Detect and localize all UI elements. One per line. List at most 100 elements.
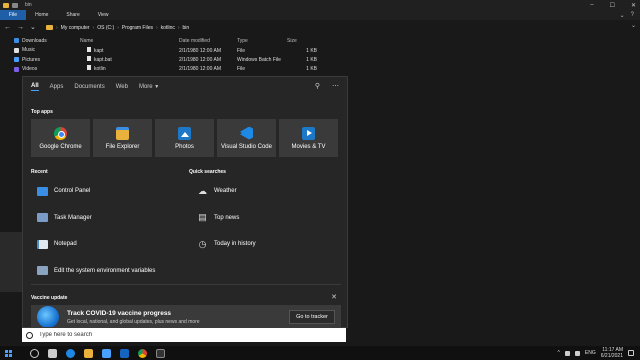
tab-documents[interactable]: Documents — [74, 84, 104, 90]
window-controls: – ☐ ✕ — [590, 0, 636, 10]
recent-item-notepad[interactable]: Notepad — [31, 231, 181, 258]
vaccine-title: Track COVID-19 vaccine progress — [67, 309, 172, 317]
music-icon — [14, 47, 19, 53]
column-header-name[interactable]: Name — [72, 38, 179, 44]
recent-locations-icon[interactable]: ⌄ — [30, 23, 36, 31]
nav-item-videos[interactable]: Videos — [0, 65, 72, 75]
globe-icon — [37, 306, 59, 327]
back-icon[interactable]: ← — [4, 24, 11, 31]
chrome-icon — [54, 126, 67, 140]
settings-monitor-icon — [37, 266, 48, 276]
search-box[interactable] — [22, 328, 346, 342]
clock[interactable]: 11:17 AM 6/21/2021 — [601, 347, 623, 359]
recent-item-env-variables[interactable]: Edit the system environment variables — [31, 258, 181, 285]
column-header-size[interactable]: Size — [287, 38, 317, 44]
language-indicator[interactable]: ENG — [585, 350, 596, 356]
pictures-icon — [14, 57, 19, 63]
search-panel-icons: ⚲ ⋯ — [315, 82, 339, 90]
task-manager-icon — [37, 213, 48, 223]
quick-search-history[interactable]: ◷ Today in history — [189, 231, 339, 258]
breadcrumb-item[interactable]: Program Files — [122, 25, 153, 31]
mail-icon[interactable] — [120, 348, 129, 358]
app-tile-photos[interactable]: Photos — [155, 119, 214, 157]
chrome-icon[interactable] — [138, 348, 147, 358]
close-icon[interactable]: ✕ — [631, 2, 636, 9]
desktop-strip — [0, 232, 22, 292]
feedback-icon[interactable]: ⚲ — [315, 82, 320, 90]
address-bar[interactable]: › My computer › OS (C:) › Program Files … — [43, 22, 603, 33]
download-icon — [14, 38, 19, 44]
vaccine-subtitle: Get local, national, and global updates,… — [67, 318, 200, 325]
column-header-date[interactable]: Date modified — [179, 38, 237, 44]
volume-icon[interactable] — [574, 350, 580, 356]
file-explorer-icon[interactable] — [84, 348, 93, 358]
terminal-icon[interactable] — [156, 348, 165, 358]
notification-icon[interactable] — [628, 350, 634, 356]
tab-more[interactable]: More ▼ — [139, 84, 159, 90]
app-tile-file-explorer[interactable]: File Explorer — [93, 119, 152, 157]
nav-item-pictures[interactable]: Pictures — [0, 55, 72, 65]
recent-item-control-panel[interactable]: Control Panel — [31, 178, 181, 205]
folder-icon — [3, 2, 9, 8]
forward-icon[interactable]: → — [17, 24, 24, 31]
file-row[interactable]: kapt 2/1/1980 12:00 AM File 1 KB — [72, 46, 640, 55]
ribbon-right: ⌄ ? — [620, 10, 634, 20]
breadcrumb-item[interactable]: My computer — [61, 25, 90, 31]
nav-item-music[interactable]: Music — [0, 46, 72, 56]
search-panel: All Apps Documents Web More ▼ ⚲ ⋯ Top ap… — [22, 76, 348, 328]
network-icon[interactable] — [564, 350, 570, 356]
app-tile-vscode[interactable]: Visual Studio Code — [217, 119, 276, 157]
column-headers: Name Date modified Type Size — [72, 36, 640, 46]
chevron-up-icon[interactable]: ^ — [558, 350, 560, 356]
breadcrumb-item[interactable]: OS (C:) — [97, 25, 114, 31]
tab-apps[interactable]: Apps — [50, 84, 64, 90]
quick-searches-heading: Quick searches — [189, 169, 226, 175]
top-apps: Google Chrome File Explorer Photos Visua… — [31, 119, 338, 157]
chevron-down-icon[interactable]: ⌄ — [631, 22, 636, 29]
vaccine-card[interactable]: Track COVID-19 vaccine progress Get loca… — [31, 305, 341, 327]
tab-all[interactable]: All — [31, 83, 39, 91]
vscode-icon — [240, 126, 253, 140]
go-to-tracker-button[interactable]: Go to tracker — [289, 310, 335, 324]
more-options-icon[interactable]: ⋯ — [332, 82, 339, 90]
help-icon[interactable]: ? — [631, 12, 634, 18]
file-row[interactable]: kotlin 2/1/1980 12:00 AM File 1 KB — [72, 64, 640, 73]
ribbon-tab-view[interactable]: View — [89, 10, 118, 20]
system-tray: ^ ENG 11:17 AM 6/21/2021 — [558, 346, 634, 360]
maximize-icon[interactable]: ☐ — [610, 2, 615, 9]
app-tile-movies-tv[interactable]: Movies & TV — [279, 119, 338, 157]
recent-item-task-manager[interactable]: Task Manager — [31, 205, 181, 232]
column-header-type[interactable]: Type — [237, 38, 287, 44]
quick-searches-list: ☁ Weather ▤ Top news ◷ Today in history — [189, 178, 339, 258]
app-tile-google-chrome[interactable]: Google Chrome — [31, 119, 90, 157]
quick-search-top-news[interactable]: ▤ Top news — [189, 205, 339, 232]
folder-icon — [46, 25, 53, 30]
vaccine-heading: Vaccine update — [31, 295, 68, 301]
nav-item-downloads[interactable]: Downloads — [0, 36, 72, 46]
recent-list: Control Panel Task Manager Notepad Edit … — [31, 178, 181, 284]
weather-icon: ☁ — [198, 185, 207, 196]
edge-icon[interactable] — [66, 348, 75, 358]
quick-access-icon[interactable] — [12, 2, 18, 8]
ribbon-tab-home[interactable]: Home — [26, 10, 57, 20]
minimize-icon[interactable]: – — [590, 2, 593, 8]
history-icon: ◷ — [198, 238, 207, 249]
videos-icon — [14, 66, 19, 72]
file-row[interactable]: kapt.bat 2/1/1980 12:00 AM Windows Batch… — [72, 55, 640, 64]
ribbon-tab-share[interactable]: Share — [57, 10, 88, 20]
search-input[interactable] — [39, 332, 319, 338]
search-icon — [26, 331, 33, 339]
tab-web[interactable]: Web — [116, 84, 128, 90]
ribbon-tab-file[interactable]: File — [0, 10, 27, 20]
taskbar-apps — [30, 348, 165, 358]
close-icon[interactable]: ✕ — [331, 293, 337, 301]
quick-search-weather[interactable]: ☁ Weather — [189, 178, 339, 205]
start-button[interactable] — [0, 346, 16, 360]
breadcrumb-item[interactable]: kotlinc — [161, 25, 175, 31]
search-icon[interactable] — [30, 348, 39, 358]
store-icon[interactable] — [102, 348, 111, 358]
task-view-icon[interactable] — [48, 348, 57, 358]
explorer-titlebar: bin – ☐ ✕ — [0, 0, 640, 10]
chevron-down-icon[interactable]: ⌄ — [620, 12, 625, 19]
breadcrumb-item[interactable]: bin — [183, 25, 190, 31]
